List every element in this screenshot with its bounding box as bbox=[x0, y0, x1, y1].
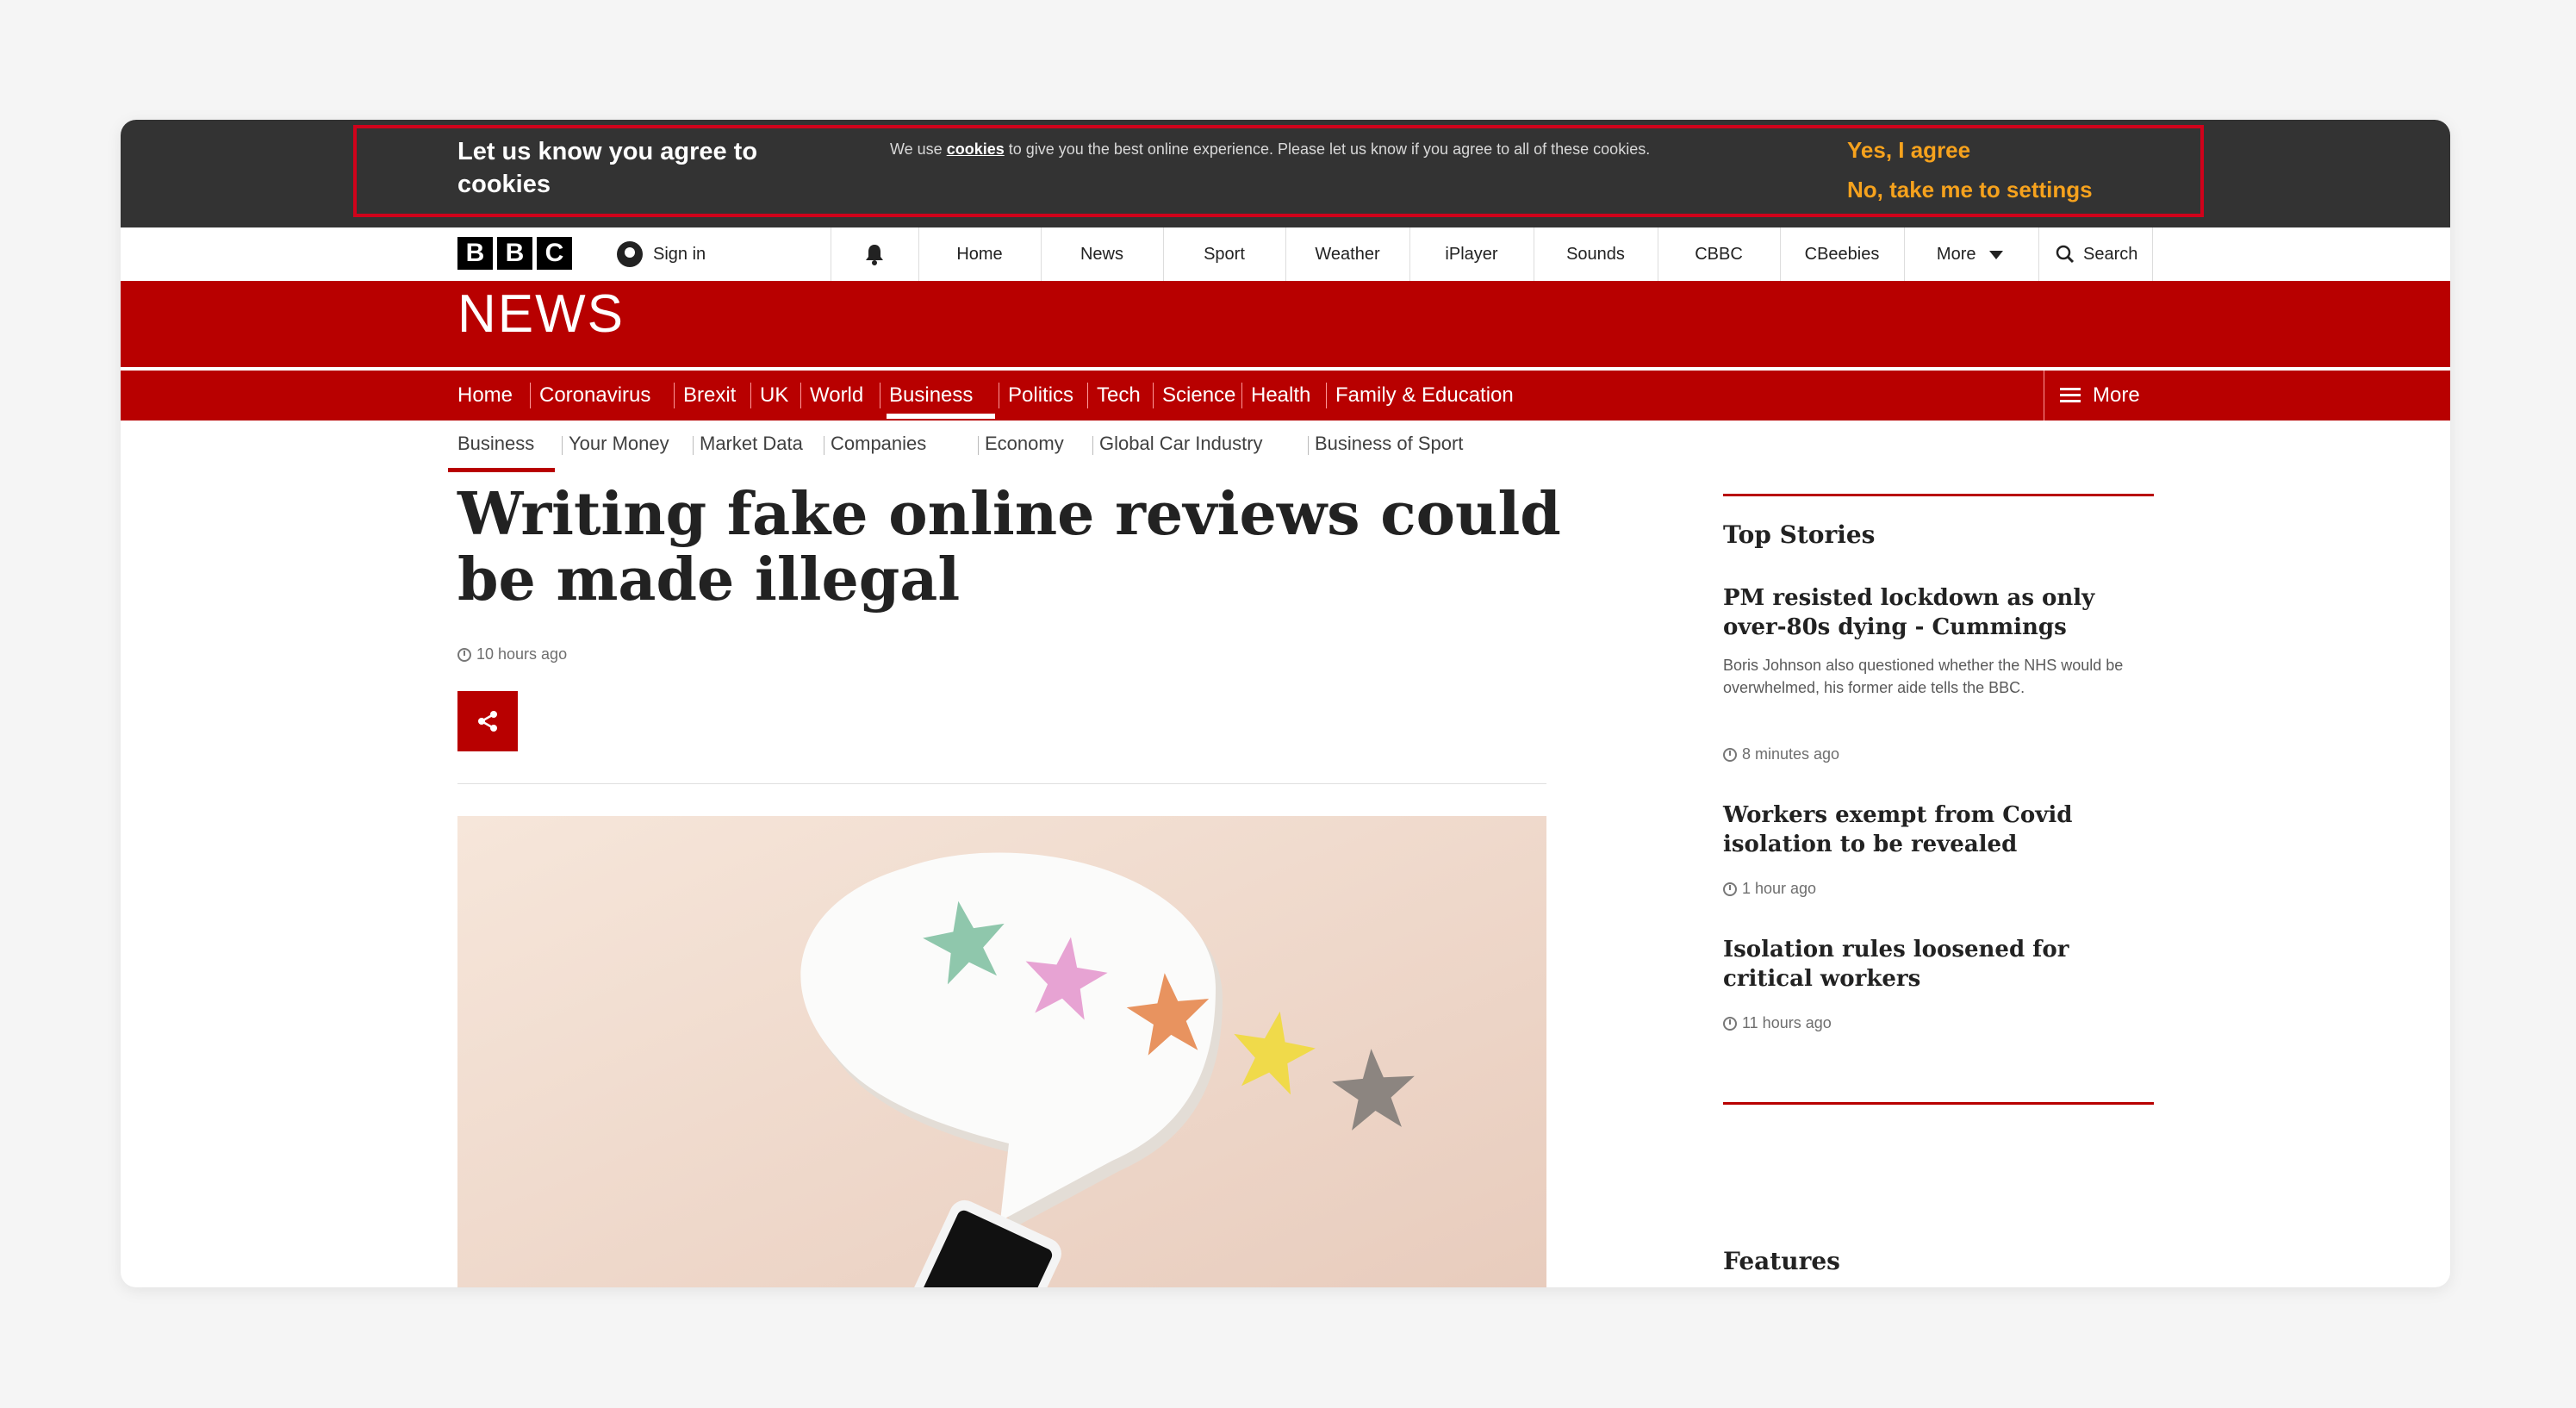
cookie-text-after: to give you the best online experience. … bbox=[1004, 140, 1651, 158]
top-story-time-label: 11 hours ago bbox=[1742, 1014, 1832, 1031]
subnav-companies[interactable]: Companies bbox=[831, 433, 926, 455]
subnav-divider bbox=[978, 436, 979, 455]
news-nav-home[interactable]: Home bbox=[457, 371, 513, 421]
article-timestamp: 10 hours ago bbox=[457, 645, 567, 664]
user-icon bbox=[617, 241, 643, 267]
cookie-banner-title: Let us know you agree to cookies bbox=[457, 138, 758, 198]
subnav-divider bbox=[562, 436, 563, 455]
news-nav-health[interactable]: Health bbox=[1251, 371, 1310, 421]
subnav-business-of-sport[interactable]: Business of Sport bbox=[1315, 433, 1463, 455]
more-menu-button[interactable]: More bbox=[1903, 227, 2037, 281]
search-button[interactable]: Search bbox=[2038, 227, 2137, 281]
cookie-text-before: We use bbox=[890, 140, 947, 158]
news-nav-coronavirus[interactable]: Coronavirus bbox=[539, 371, 650, 421]
news-nav-divider bbox=[530, 383, 531, 408]
hamburger-menu-icon bbox=[2060, 388, 2081, 403]
subnav-divider bbox=[693, 436, 694, 455]
notifications-bell-icon[interactable] bbox=[857, 240, 892, 268]
news-nav-divider bbox=[1241, 383, 1242, 408]
top-story-time-label: 8 minutes ago bbox=[1742, 745, 1840, 763]
subnav-business[interactable]: Business bbox=[457, 433, 534, 455]
news-nav-divider bbox=[1153, 383, 1154, 408]
nav-divider bbox=[2152, 227, 2153, 281]
cookies-link[interactable]: cookies bbox=[947, 140, 1005, 158]
signin-link[interactable]: Sign in bbox=[617, 237, 706, 271]
bbc-logo-letter: B bbox=[457, 237, 493, 270]
news-more-button[interactable]: More bbox=[2044, 371, 2140, 421]
top-story-time-label: 1 hour ago bbox=[1742, 880, 1817, 897]
news-nav-family-education[interactable]: Family & Education bbox=[1335, 371, 1514, 421]
subnav-market-data[interactable]: Market Data bbox=[700, 433, 803, 455]
subnav-your-money[interactable]: Your Money bbox=[569, 433, 669, 455]
bbc-logo-letter: C bbox=[537, 237, 572, 270]
cookie-agree-button[interactable]: Yes, I agree bbox=[1847, 137, 1970, 164]
news-nav-world[interactable]: World bbox=[810, 371, 863, 421]
news-nav-uk[interactable]: UK bbox=[760, 371, 788, 421]
top-stories-heading: Top Stories bbox=[1723, 520, 1876, 549]
subnav-divider bbox=[1092, 436, 1093, 455]
share-icon bbox=[478, 711, 497, 732]
subnav-global-car-industry[interactable]: Global Car Industry bbox=[1099, 433, 1263, 455]
subnav-divider bbox=[1308, 436, 1309, 455]
share-button[interactable] bbox=[457, 691, 518, 751]
top-story-summary: Boris Johnson also questioned whether th… bbox=[1723, 657, 2124, 696]
clock-icon bbox=[1723, 1016, 1737, 1031]
top-stories-rule bbox=[1723, 494, 2154, 496]
top-story-time: 1 hour ago bbox=[1723, 880, 1816, 898]
features-heading: Features bbox=[1723, 1247, 1840, 1275]
clock-icon bbox=[457, 647, 471, 662]
nav-item-sounds[interactable]: Sounds bbox=[1534, 227, 1658, 281]
clock-icon bbox=[1723, 747, 1737, 762]
top-story-title[interactable]: Workers exempt from Covid isolation to b… bbox=[1723, 801, 2154, 859]
news-more-label: More bbox=[2093, 383, 2140, 407]
more-label: More bbox=[1936, 245, 1976, 264]
news-nav-politics[interactable]: Politics bbox=[1008, 371, 1073, 421]
article-hero-image bbox=[457, 816, 1546, 1287]
nav-item-cbeebies[interactable]: CBeebies bbox=[1780, 227, 1904, 281]
news-nav-divider bbox=[1087, 383, 1088, 408]
browser-page: Let us know you agree to cookies We use … bbox=[121, 120, 2450, 1287]
news-nav-tech[interactable]: Tech bbox=[1097, 371, 1141, 421]
nav-item-sport[interactable]: Sport bbox=[1163, 227, 1285, 281]
nav-item-iplayer[interactable]: iPlayer bbox=[1409, 227, 1534, 281]
top-story-time: 11 hours ago bbox=[1723, 1014, 1832, 1032]
active-section-indicator bbox=[887, 414, 995, 419]
news-nav-divider bbox=[674, 383, 675, 408]
news-nav-science[interactable]: Science bbox=[1162, 371, 1235, 421]
nav-item-home[interactable]: Home bbox=[918, 227, 1041, 281]
news-nav-brexit[interactable]: Brexit bbox=[683, 371, 736, 421]
caret-down-icon bbox=[1989, 250, 2004, 259]
clock-icon bbox=[1723, 882, 1737, 896]
top-story-title[interactable]: Isolation rules loosened for critical wo… bbox=[1723, 935, 2154, 994]
search-icon bbox=[2056, 245, 2075, 264]
cookie-banner-text: We use cookies to give you the best onli… bbox=[890, 137, 1838, 161]
nav-item-cbbc[interactable]: CBBC bbox=[1658, 227, 1780, 281]
features-rule bbox=[1723, 1102, 2154, 1105]
signin-label: Sign in bbox=[653, 244, 706, 264]
cookie-settings-button[interactable]: No, take me to settings bbox=[1847, 177, 2093, 203]
nav-item-weather[interactable]: Weather bbox=[1285, 227, 1409, 281]
bbc-logo[interactable]: B B C bbox=[457, 237, 572, 270]
nav-item-news[interactable]: News bbox=[1041, 227, 1163, 281]
search-label: Search bbox=[2083, 245, 2138, 264]
article-headline: Writing fake online reviews could be mad… bbox=[457, 480, 1561, 614]
article-divider bbox=[457, 783, 1546, 784]
news-nav-divider bbox=[750, 383, 751, 408]
article-timestamp-label: 10 hours ago bbox=[476, 645, 568, 663]
news-nav-divider bbox=[800, 383, 801, 408]
top-story-title[interactable]: PM resisted lockdown as only over-80s dy… bbox=[1723, 583, 2154, 642]
top-story-time: 8 minutes ago bbox=[1723, 745, 1839, 763]
subnav-economy[interactable]: Economy bbox=[985, 433, 1064, 455]
news-nav-divider bbox=[1326, 383, 1327, 408]
news-logo[interactable]: NEWS bbox=[457, 283, 625, 345]
bbc-logo-letter: B bbox=[497, 237, 532, 270]
subnav-active-indicator bbox=[448, 468, 555, 472]
